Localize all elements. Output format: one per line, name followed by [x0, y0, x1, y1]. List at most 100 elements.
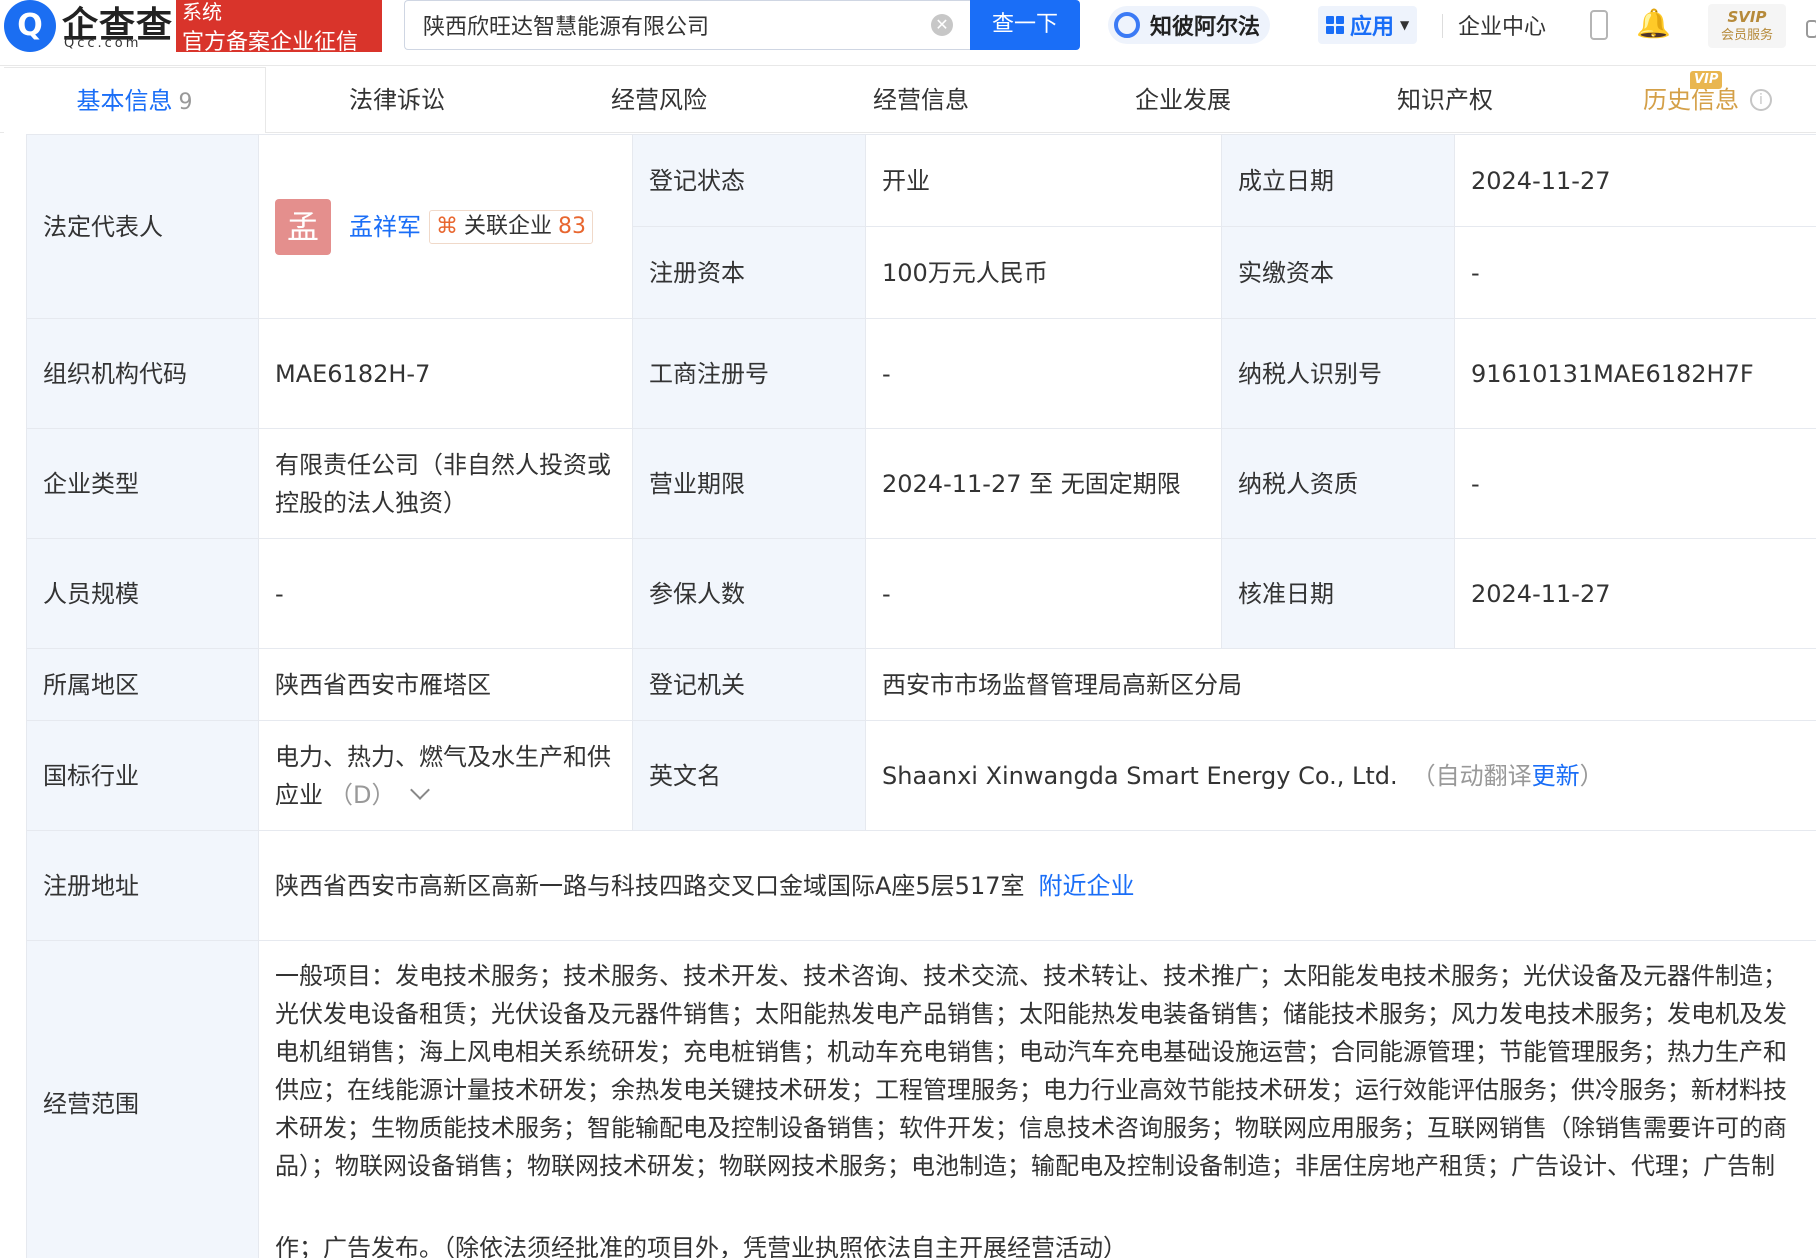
authority-value: 西安市市场监督管理局高新区分局	[865, 648, 1816, 721]
ai-logo-icon	[1114, 12, 1140, 38]
info-icon[interactable]: i	[1750, 89, 1772, 111]
basic-info-table: 法定代表人 孟 孟祥军 ⌘ 关联企业 83 登记状态 开业 成立日期 2024-…	[26, 134, 1816, 1258]
status-label: 登记状态	[632, 134, 866, 227]
tab-ip[interactable]: 知识产权	[1314, 67, 1576, 133]
legal-rep-wrap: 孟 孟祥军 ⌘ 关联企业 83	[275, 198, 616, 255]
approved-date-label: 核准日期	[1221, 538, 1455, 649]
taxpayer-id-value[interactable]: 91610131MAE6182H7F	[1454, 318, 1816, 429]
org-code-value[interactable]: MAE6182H-7	[258, 318, 633, 429]
taxpayer-id-label: 纳税人识别号	[1221, 318, 1455, 429]
region-label: 所属地区	[26, 648, 259, 721]
bell-icon[interactable]: 🔔	[1636, 8, 1671, 40]
en-name-value: Shaanxi Xinwangda Smart Energy Co., Ltd.	[882, 761, 1398, 790]
basic-info-panel: 法定代表人 孟 孟祥军 ⌘ 关联企业 83 登记状态 开业 成立日期 2024-…	[26, 134, 1816, 1258]
scope-label: 经营范围	[26, 940, 259, 1258]
address-cell: 陕西省西安市高新区高新一路与科技四路交叉口金域国际A座5层517室 附近企业	[258, 830, 1816, 941]
top-navigation-bar: Q 企查查 Qcc.com 系统 官方备案企业征信 ✕ 查一下 知彼阿尔法 应用…	[0, 0, 1816, 66]
staff-size-value: -	[258, 538, 633, 649]
region-value: 陕西省西安市雁塔区	[258, 648, 633, 721]
table-row: 组织机构代码 MAE6182H-7 工商注册号 - 纳税人识别号 9161013…	[26, 318, 1816, 429]
authority-label: 登记机关	[632, 648, 866, 721]
search-box: ✕	[404, 0, 970, 50]
tab-risk[interactable]: 经营风险	[528, 67, 790, 133]
term-label: 营业期限	[632, 428, 866, 539]
tab-operations[interactable]: 经营信息	[790, 67, 1052, 133]
scope-tail: 作；广告发布。（除依法须经批准的项目外，凭营业执照依法自主开展经营活动）	[275, 1234, 1127, 1258]
auto-translate-close: ）	[1579, 761, 1604, 790]
logo-url: Qcc.com	[64, 36, 142, 51]
svip-label: SVIP	[1727, 8, 1767, 26]
section-tabs: 基本信息 9 法律诉讼 经营风险 经营信息 企业发展 知识产权 历史信息 VIP …	[0, 67, 1816, 133]
tab-legal[interactable]: 法律诉讼	[266, 67, 528, 133]
industry-cell: 电力、热力、燃气及水生产和供应业 （D）	[258, 720, 633, 831]
established-label: 成立日期	[1221, 134, 1455, 227]
related-companies-label: 关联企业	[464, 213, 553, 239]
tab-development[interactable]: 企业发展	[1052, 67, 1314, 133]
table-row: 企业类型 有限责任公司（非自然人投资或控股的法人独资） 营业期限 2024-11…	[26, 428, 1816, 539]
insured-label: 参保人数	[632, 538, 866, 649]
nearby-companies-link[interactable]: 附近企业	[1039, 872, 1135, 900]
avatar[interactable]: 孟	[275, 198, 331, 255]
status-value: 开业	[865, 134, 1222, 227]
qcc-logo-icon[interactable]: Q	[4, 0, 56, 52]
approved-date-value: 2024-11-27	[1454, 538, 1816, 649]
legal-rep-cell: 孟 孟祥军 ⌘ 关联企业 83	[258, 134, 633, 319]
badge-line2: 官方备案企业征信	[182, 30, 359, 55]
address-label: 注册地址	[26, 830, 259, 941]
svip-member-button[interactable]: SVIP 会员服务	[1708, 4, 1786, 48]
legal-rep-name-link[interactable]: 孟祥军	[349, 208, 421, 246]
en-name-label: 英文名	[632, 720, 866, 831]
mobile-app-icon[interactable]	[1590, 10, 1608, 40]
reg-capital-label: 注册资本	[632, 226, 866, 319]
insured-value: -	[865, 538, 1222, 649]
ai-assistant-label: 知彼阿尔法	[1150, 15, 1261, 40]
table-row: 所属地区 陕西省西安市雁塔区 登记机关 西安市市场监督管理局高新区分局	[26, 648, 1816, 721]
related-companies-tag[interactable]: ⌘ 关联企业 83	[429, 209, 594, 244]
search-button[interactable]: 查一下	[970, 0, 1080, 50]
address-value: 陕西省西安市高新区高新一路与科技四路交叉口金域国际A座5层517室	[275, 871, 1025, 900]
table-row: 经营范围 一般项目：发电技术服务；技术服务、技术开发、技术咨询、技术交流、技术转…	[26, 940, 1816, 1258]
paid-capital-value: -	[1454, 226, 1816, 319]
chevron-down-icon[interactable]	[410, 779, 431, 800]
term-value: 2024-11-27 至 无固定期限	[865, 428, 1222, 539]
legal-rep-label: 法定代表人	[26, 134, 259, 319]
staff-size-label: 人员规模	[26, 538, 259, 649]
caret-down-icon: ▼	[1400, 18, 1410, 32]
search-input[interactable]	[423, 1, 923, 49]
scope-cell: 一般项目：发电技术服务；技术服务、技术开发、技术咨询、技术交流、技术转让、技术推…	[258, 940, 1816, 1258]
biz-reg-no-value: -	[865, 318, 1222, 429]
en-name-cell: Shaanxi Xinwangda Smart Energy Co., Ltd.…	[865, 720, 1816, 831]
related-companies-count: 83	[558, 213, 587, 239]
company-type-label: 企业类型	[26, 428, 259, 539]
reg-capital-value: 100万元人民币	[865, 226, 1222, 319]
network-icon: ⌘	[436, 213, 458, 239]
auto-translate-open: （自动翻译	[1411, 761, 1532, 790]
svip-service-label: 会员服务	[1720, 28, 1773, 43]
tab-basic-info-label: 基本信息	[76, 87, 173, 115]
edge-icon[interactable]	[1806, 20, 1816, 38]
scope-value: 一般项目：发电技术服务；技术服务、技术开发、技术咨询、技术交流、技术转让、技术推…	[275, 962, 1787, 1180]
nav-divider	[1442, 14, 1443, 38]
table-row: 法定代表人 孟 孟祥军 ⌘ 关联企业 83 登记状态 开业 成立日期 2024-…	[26, 134, 1816, 319]
tab-basic-info[interactable]: 基本信息 9	[4, 67, 266, 133]
taxpayer-qual-value: -	[1454, 428, 1816, 539]
table-row: 人员规模 - 参保人数 - 核准日期 2024-11-27	[26, 538, 1816, 649]
taxpayer-qual-label: 纳税人资质	[1221, 428, 1455, 539]
apps-menu[interactable]: 应用 ▼	[1318, 6, 1418, 44]
org-code-label: 组织机构代码	[26, 318, 259, 429]
table-row: 国标行业 电力、热力、燃气及水生产和供应业 （D） 英文名 Shaanxi Xin…	[26, 720, 1816, 831]
clear-icon[interactable]: ✕	[931, 14, 953, 36]
company-type-value: 有限责任公司（非自然人投资或控股的法人独资）	[258, 428, 633, 539]
tab-basic-info-count: 9	[178, 90, 193, 115]
apps-label: 应用	[1350, 15, 1395, 40]
official-badge: 系统 官方备案企业征信	[176, 0, 382, 55]
vip-tag: VIP	[1690, 71, 1723, 89]
biz-reg-no-label: 工商注册号	[632, 318, 866, 429]
badge-line1: 系统	[182, 0, 222, 24]
enterprise-center-link[interactable]: 企业中心	[1458, 9, 1546, 41]
auto-translate-note: （自动翻译更新）	[1412, 762, 1604, 790]
update-translation-link[interactable]: 更新	[1532, 762, 1580, 790]
ai-assistant-link[interactable]: 知彼阿尔法	[1108, 6, 1271, 44]
established-value: 2024-11-27	[1454, 134, 1816, 227]
table-row: 注册地址 陕西省西安市高新区高新一路与科技四路交叉口金域国际A座5层517室 附近…	[26, 830, 1816, 941]
